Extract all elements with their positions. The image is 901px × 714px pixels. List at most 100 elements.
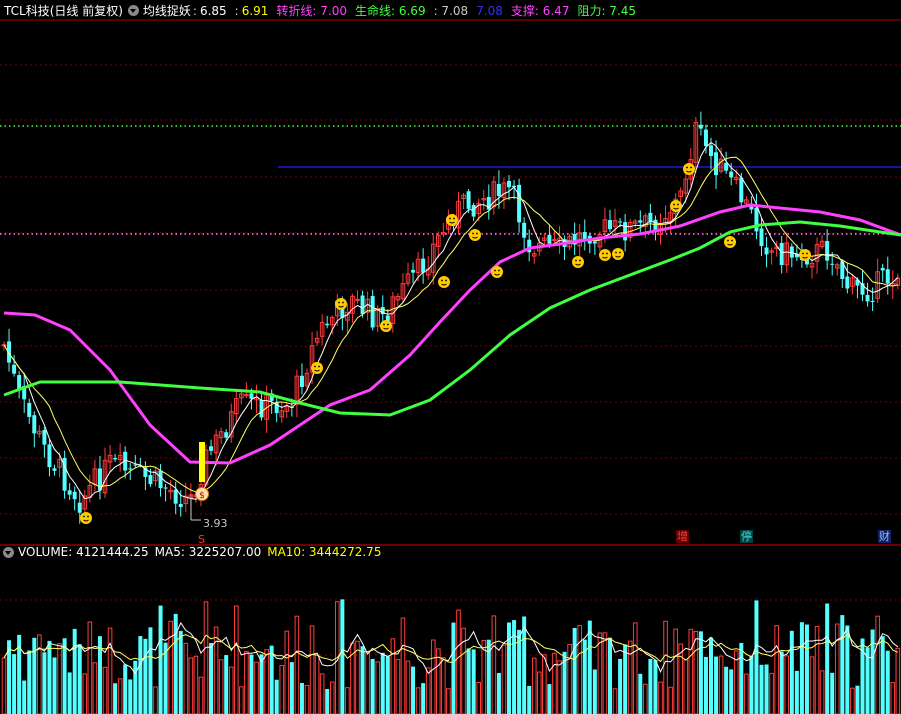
smiley-eye — [606, 252, 608, 255]
chart-canvas[interactable]: $3.93S — [0, 0, 901, 714]
volume-bar — [709, 637, 713, 714]
volume-bar — [764, 664, 769, 714]
candle-body — [113, 457, 118, 460]
volume-value: VOLUME: 4121444.25 — [18, 545, 149, 559]
volume-bar — [542, 654, 547, 714]
smiley-eye — [494, 269, 496, 272]
volume-bar — [840, 615, 845, 714]
volume-bar — [744, 673, 749, 714]
volume-bar — [632, 622, 638, 714]
volume-bar — [880, 636, 885, 714]
smiley-face — [572, 256, 584, 268]
volume-bar — [365, 651, 370, 714]
dropdown-icon[interactable] — [3, 546, 14, 558]
volume-bar — [274, 679, 279, 714]
indicator-value: 7.08 — [476, 3, 503, 18]
smiley-icon — [438, 276, 450, 288]
volume-bar — [32, 637, 37, 714]
volume-bar — [476, 682, 481, 714]
indicator-value: 6.91 — [241, 3, 269, 18]
volume-bar — [648, 658, 653, 714]
candle-body — [163, 487, 168, 489]
volume-bar — [198, 676, 204, 714]
volume-bar — [643, 683, 648, 714]
candle-body — [779, 242, 784, 265]
volume-bar — [193, 655, 199, 714]
volume-bar — [572, 627, 577, 714]
volume-bar — [143, 638, 148, 714]
volume-bar — [845, 625, 850, 714]
candle-body — [592, 241, 597, 244]
candle-body — [72, 491, 77, 500]
volume-bar — [814, 625, 820, 714]
volume-bar — [602, 632, 608, 714]
volume-bar — [885, 650, 890, 714]
candle-body — [259, 399, 264, 418]
dropdown-icon[interactable] — [127, 4, 139, 16]
candle-body — [764, 247, 769, 255]
volume-bar — [627, 640, 633, 714]
candle-body — [133, 464, 138, 466]
ma5-line — [3, 141, 899, 500]
volume-bar — [714, 656, 719, 714]
smiley-eye — [472, 232, 474, 235]
volume-bar — [102, 666, 108, 714]
smiley-eye — [476, 232, 478, 235]
indicator-value: : 7.08 — [433, 3, 469, 18]
smiley-icon — [80, 512, 92, 524]
volume-bar — [22, 680, 27, 714]
candle-body — [325, 323, 330, 326]
volume-bar — [209, 642, 214, 714]
volume-bar — [380, 652, 385, 714]
volume-ma5: MA5: 3225207.00 — [154, 545, 262, 559]
smiley-eye — [453, 217, 455, 220]
volume-bar — [57, 643, 62, 714]
event-badge[interactable]: 增 — [676, 530, 689, 543]
volume-bar — [658, 681, 663, 714]
candle-body — [825, 241, 830, 261]
candle-body — [411, 269, 416, 273]
volume-bar — [153, 686, 158, 714]
candle-body — [209, 446, 214, 451]
candle-body — [355, 298, 360, 301]
volume-bar — [703, 656, 708, 714]
smiley-eye — [619, 251, 621, 254]
smiley-face — [724, 236, 736, 248]
volume-bar — [128, 679, 133, 714]
candle-body — [552, 239, 557, 242]
candle-body — [471, 204, 476, 217]
smiley-icon — [446, 214, 458, 226]
volume-bar — [430, 639, 436, 714]
volume-bar — [400, 617, 406, 714]
volume-bar — [789, 630, 794, 714]
smiley-eye — [449, 217, 451, 220]
smiley-face — [311, 362, 323, 374]
volume-bar — [329, 681, 335, 714]
volume-bar — [471, 649, 476, 714]
volume-bar — [557, 660, 562, 714]
volume-bar — [421, 683, 426, 714]
smiley-face — [438, 276, 450, 288]
volume-bar — [729, 669, 734, 714]
candle-body — [870, 300, 875, 303]
volume-bar — [739, 642, 744, 714]
volume-bar — [37, 634, 42, 714]
candle-body — [522, 222, 527, 238]
volume-bar — [375, 661, 380, 714]
candlesticks[interactable] — [1, 111, 901, 524]
candle-body — [865, 294, 870, 302]
volume-bar — [158, 605, 163, 714]
smiley-eye — [673, 203, 675, 206]
candle-body — [618, 221, 623, 223]
candle-body — [885, 269, 890, 284]
event-badge[interactable]: 停 — [740, 530, 753, 543]
smiley-face — [446, 214, 458, 226]
money-bag-icon-glyph: $ — [199, 491, 205, 501]
smiley-face — [491, 266, 503, 278]
event-badge[interactable]: 财 — [878, 530, 891, 543]
buy-signal-bar — [199, 442, 205, 482]
candle-body — [623, 222, 628, 241]
volume-bar — [436, 648, 441, 714]
volume-bar — [203, 601, 209, 714]
volume-bar — [92, 662, 98, 714]
